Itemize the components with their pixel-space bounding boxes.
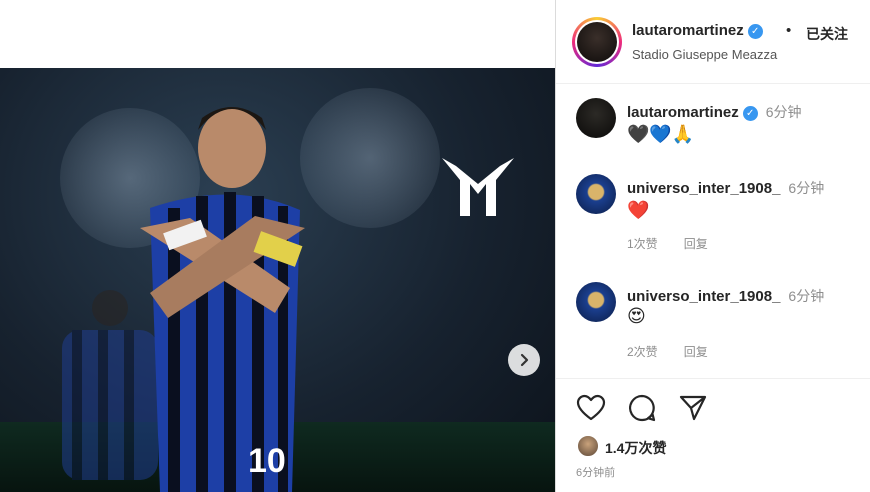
commenter-avatar[interactable] <box>576 98 616 138</box>
author-username[interactable]: lautaromartinez <box>632 22 744 39</box>
chevron-right-icon <box>520 353 529 367</box>
author-avatar[interactable] <box>572 17 622 67</box>
next-photo-button[interactable] <box>508 344 540 376</box>
main-player: 10 <box>140 107 305 492</box>
likes-count[interactable]: 1.4万次赞 <box>605 438 666 458</box>
media-top-strip <box>0 0 555 68</box>
comment-header: lautaromartinez ✓ 6分钟 <box>627 102 802 122</box>
comment-time: 6分钟 <box>788 180 825 196</box>
verified-badge-icon: ✓ <box>747 23 763 39</box>
liker-avatar <box>576 434 600 458</box>
comment-header: universo_inter_1908_ 6分钟 <box>627 286 824 306</box>
comment-meta: 2次赞 回复 <box>627 343 734 360</box>
post-side-panel: lautaromartinez ✓ • 已关注 Stadio Giuseppe M… <box>556 0 870 492</box>
svg-text:10: 10 <box>248 442 286 480</box>
comment-icon[interactable] <box>627 393 657 423</box>
location-link[interactable]: Stadio Giuseppe Meazza <box>632 47 777 62</box>
comment-time: 6分钟 <box>765 104 802 120</box>
post-photo[interactable]: 10 <box>0 68 555 492</box>
post-timestamp: 6分钟前 <box>576 467 616 479</box>
comment-like-count[interactable]: 2次赞 <box>627 345 658 359</box>
post-header: lautaromartinez ✓ • 已关注 Stadio Giuseppe M… <box>556 0 870 84</box>
lm-logo-watermark <box>442 158 514 216</box>
comment-text: 🖤💙🙏 <box>627 124 695 144</box>
comment-meta: 1次赞 回复 <box>627 235 734 252</box>
comment-like-count[interactable]: 1次赞 <box>627 237 658 251</box>
actions-divider <box>556 378 870 379</box>
verified-badge-icon: ✓ <box>742 105 758 121</box>
commenter-username[interactable]: lautaromartinez <box>627 104 739 121</box>
following-button[interactable]: 已关注 <box>806 24 848 44</box>
commenter-username[interactable]: universo_inter_1908_ <box>627 180 780 197</box>
comment-text: ❤️ <box>627 200 650 220</box>
comment-header: universo_inter_1908_ 6分钟 <box>627 178 824 198</box>
commenter-avatar[interactable] <box>576 174 616 214</box>
share-icon[interactable] <box>678 393 708 423</box>
comment-time: 6分钟 <box>788 288 825 304</box>
heart-icon[interactable] <box>576 393 606 423</box>
comment-text: 😍 <box>627 306 646 326</box>
commenter-username[interactable]: universo_inter_1908_ <box>627 288 780 305</box>
author-username-row[interactable]: lautaromartinez ✓ <box>632 22 763 39</box>
separator-dot: • <box>786 22 792 39</box>
reply-button[interactable]: 回复 <box>684 345 708 359</box>
reply-button[interactable]: 回复 <box>684 237 708 251</box>
commenter-avatar[interactable] <box>576 282 616 322</box>
